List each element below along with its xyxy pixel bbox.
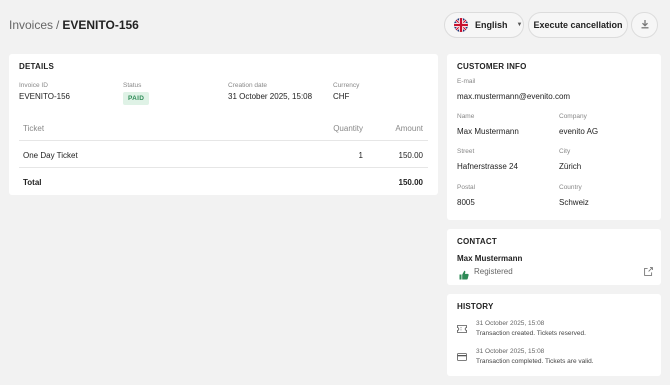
caret-down-icon: ▼ [516,22,523,28]
name-value: Max Mustermann [457,127,519,136]
contact-title: CONTACT [457,237,497,246]
table-divider [19,140,428,141]
city-value: Zürich [559,162,582,171]
credit-card-icon [457,348,467,361]
history-title: HISTORY [457,302,494,311]
email-label: E-mail [457,78,476,85]
language-selector[interactable]: English ▼ [444,12,524,38]
status-badge: PAID [123,92,150,105]
breadcrumb-current: EVENITO-156 [62,18,139,32]
history-card: HISTORY 31 October 2025, 15:08 Transacti… [447,294,661,376]
breadcrumb-invoices-link[interactable]: Invoices [9,18,53,32]
external-link-icon[interactable] [644,263,653,276]
details-card: DETAILS Invoice ID EVENITO-156 Status PA… [9,54,438,195]
status-label: Status [123,82,142,89]
city-label: City [559,148,571,155]
details-title: DETAILS [19,62,55,71]
creation-date-value: 31 October 2025, 15:08 [228,92,313,101]
invoice-id-value: EVENITO-156 [19,92,70,101]
street-label: Street [457,148,475,155]
currency-value: CHF [333,92,350,101]
contact-status: Registered [474,267,513,276]
company-value: evenito AG [559,127,599,136]
customer-info-card: CUSTOMER INFO E-mail max.mustermann@even… [447,54,661,220]
country-value: Schweiz [559,198,589,207]
breadcrumb: Invoices / EVENITO-156 [9,17,139,33]
ticket-icon [457,320,467,333]
quantity-column-header: Quantity [333,124,363,133]
history-date: 31 October 2025, 15:08 [476,320,545,327]
uk-flag-icon [454,18,468,32]
download-icon [640,16,650,34]
history-date: 31 October 2025, 15:08 [476,348,545,355]
thumbs-up-icon [459,267,469,280]
currency-label: Currency [333,82,360,89]
ticket-column-header: Ticket [23,124,45,133]
creation-date-label: Creation date [228,82,268,89]
download-button[interactable] [631,12,658,38]
country-label: Country [559,184,582,191]
ticket-name-cell: One Day Ticket [23,151,78,160]
customer-info-title: CUSTOMER INFO [457,62,527,71]
email-value: max.mustermann@evenito.com [457,92,571,101]
table-divider [19,167,428,168]
language-label: English [475,20,508,30]
total-value: 150.00 [398,178,423,187]
breadcrumb-separator: / [56,18,60,32]
postal-value: 8005 [457,198,475,207]
street-value: Hafnerstrasse 24 [457,162,518,171]
invoice-id-label: Invoice ID [19,82,48,89]
contact-name: Max Mustermann [457,254,523,263]
history-text: Transaction completed. Tickets are valid… [476,358,594,365]
name-label: Name [457,113,475,120]
postal-label: Postal [457,184,476,191]
top-bar: Invoices / EVENITO-156 English ▼ Execute c… [0,0,670,48]
quantity-cell: 1 [358,151,363,160]
amount-column-header: Amount [395,124,423,133]
contact-card: CONTACT Max Mustermann Registered [447,229,661,285]
company-label: Company [559,113,587,120]
total-label: Total [23,178,42,187]
execute-cancellation-button[interactable]: Execute cancellation [528,12,628,38]
amount-cell: 150.00 [398,151,423,160]
history-text: Transaction created. Tickets reserved. [476,330,586,337]
